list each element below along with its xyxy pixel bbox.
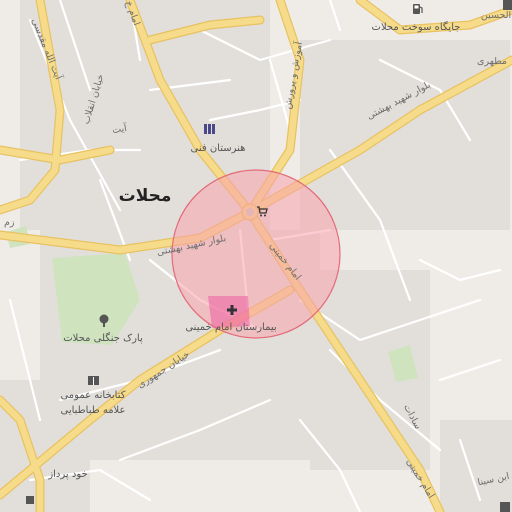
svg-text:هنرستان فنی: هنرستان فنی	[191, 143, 246, 154]
street-label-motahari: مطهری	[477, 56, 507, 67]
street-label-zam: زم	[4, 217, 15, 228]
street-label-hosein: الحسین	[481, 10, 511, 21]
book-icon	[88, 376, 99, 385]
svg-text:خود پرداز: خود پرداز	[47, 469, 87, 480]
svg-text:جایگاه سوخت محلات: جایگاه سوخت محلات	[372, 21, 461, 33]
school-icon	[204, 124, 215, 134]
edge-marker-top-right	[503, 0, 512, 10]
svg-text:پارک جنگلی محلات: پارک جنگلی محلات	[63, 332, 143, 344]
search-radius-circle[interactable]	[171, 169, 341, 339]
city-label: محلات	[119, 186, 172, 206]
edge-marker-bottom-left	[26, 496, 34, 504]
poi-atm[interactable]: خود پرداز	[47, 469, 87, 480]
svg-text:کتابخانه عمومی: کتابخانه عمومی	[60, 390, 125, 401]
map-view[interactable]: محلات بلوار شهید بهشتی بلوار شهید بهشتی …	[0, 0, 512, 512]
svg-text:علامه طباطبایی: علامه طباطبایی	[61, 405, 126, 416]
svg-text:بیمارستان امام خمینی: بیمارستان امام خمینی	[185, 322, 276, 333]
edge-marker-bottom-right	[500, 502, 510, 512]
